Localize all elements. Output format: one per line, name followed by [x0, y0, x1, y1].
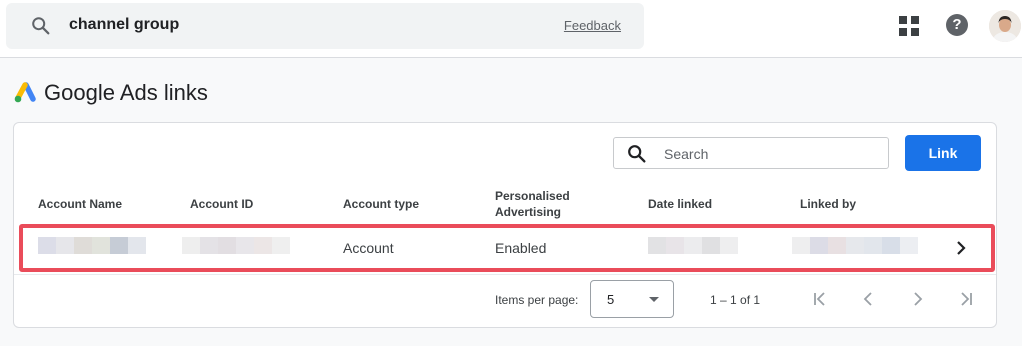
- link-button[interactable]: Link: [905, 135, 981, 171]
- dropdown-caret-icon: [649, 297, 659, 302]
- column-header-personalised-line1: Personalised: [495, 189, 570, 203]
- row-highlight-box: [19, 224, 995, 272]
- avatar[interactable]: [989, 10, 1021, 42]
- global-search-bar[interactable]: channel group Feedback: [6, 3, 644, 49]
- last-page-icon[interactable]: [953, 287, 977, 311]
- first-page-icon[interactable]: [809, 287, 833, 311]
- items-per-page-select[interactable]: 5: [590, 280, 674, 318]
- column-header-date-linked[interactable]: Date linked: [648, 196, 712, 212]
- top-bar: channel group Feedback ?: [0, 0, 1022, 58]
- apps-grid-icon[interactable]: [899, 16, 919, 36]
- search-query-text[interactable]: channel group: [69, 16, 179, 34]
- column-header-account-name[interactable]: Account Name: [38, 196, 122, 212]
- column-header-linked-by[interactable]: Linked by: [800, 196, 856, 212]
- feedback-link[interactable]: Feedback: [564, 18, 621, 33]
- next-page-icon[interactable]: [905, 287, 929, 311]
- items-per-page-label: Items per page:: [495, 293, 579, 307]
- items-per-page-value: 5: [607, 292, 615, 307]
- search-icon: [628, 145, 646, 163]
- help-icon[interactable]: ?: [946, 14, 968, 36]
- pagination-range-label: 1 – 1 of 1: [710, 293, 761, 307]
- links-table-card: Link Account Name Account ID Account typ…: [13, 122, 997, 328]
- column-header-personalised-line2: Advertising: [495, 205, 562, 219]
- search-icon: [32, 17, 50, 35]
- row-divider: [14, 274, 996, 275]
- column-header-account-id[interactable]: Account ID: [190, 196, 253, 212]
- column-header-account-type[interactable]: Account type: [343, 196, 419, 212]
- previous-page-icon[interactable]: [857, 287, 881, 311]
- page-title: Google Ads links: [44, 80, 208, 105]
- column-header-personalised-advertising[interactable]: Personalised Advertising: [495, 188, 570, 220]
- google-ads-logo-icon: [14, 82, 36, 103]
- table-search-input[interactable]: [664, 144, 874, 164]
- table-search-field[interactable]: [613, 137, 889, 169]
- avatar-image: [989, 10, 1021, 42]
